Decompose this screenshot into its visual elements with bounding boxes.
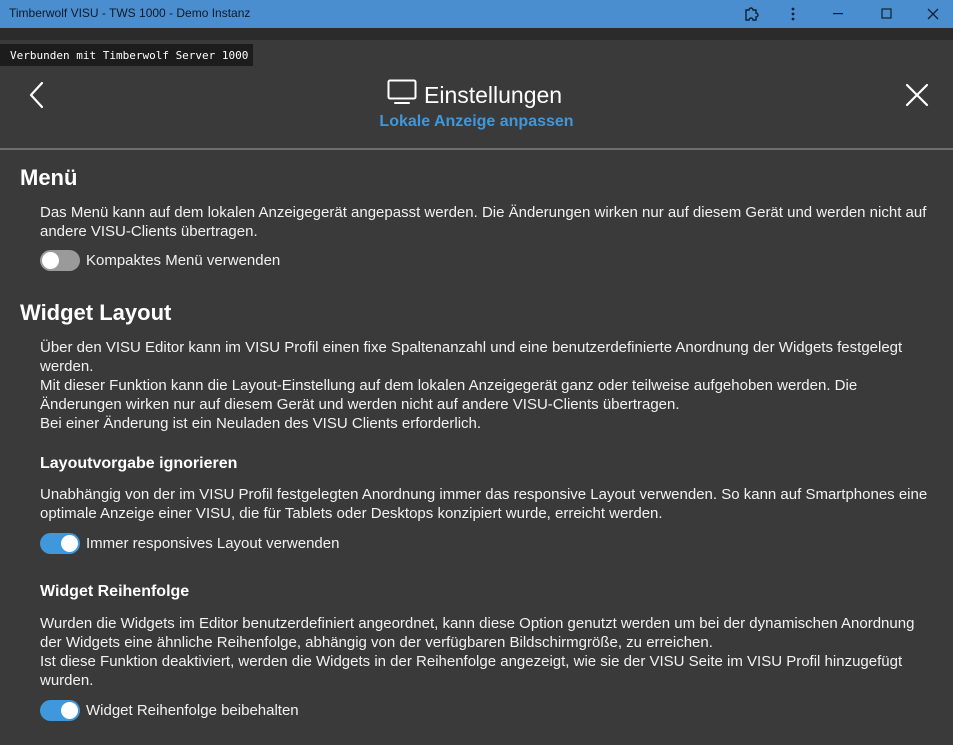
window-close-button[interactable]: [910, 0, 953, 28]
connection-status: Verbunden mit Timberwolf Server 1000: [0, 44, 253, 66]
toggle-label: Immer responsives Layout verwenden: [86, 534, 340, 552]
minimize-button[interactable]: [816, 0, 862, 28]
section-title-menu: Menü: [20, 165, 78, 190]
section-title-widget-layout: Widget Layout: [20, 300, 172, 325]
toggle-switch[interactable]: [40, 532, 80, 554]
header-divider: [0, 148, 953, 150]
toggle-knob: [61, 701, 78, 719]
widget-order-description-1: Wurden die Widgets im Editor benutzerdef…: [40, 615, 915, 651]
toggle-responsive-layout[interactable]: Immer responsives Layout verwenden: [40, 532, 339, 554]
toggle-switch[interactable]: [40, 699, 80, 721]
ignore-layout-description: Unabhängig von der im VISU Profil festge…: [40, 486, 928, 522]
toggle-label: Widget Reihenfolge beibehalten: [86, 701, 299, 719]
toggle-switch[interactable]: [40, 249, 80, 271]
toggle-knob: [42, 251, 59, 269]
page-title-text: Einstellungen: [424, 81, 563, 108]
chevron-left-icon[interactable]: [26, 80, 50, 110]
menu-description: Das Menü kann auf dem lokalen Anzeigeger…: [40, 204, 927, 240]
page-title: Einstellungen: [387, 79, 563, 111]
widget-order-description-2: Ist diese Funktion deaktiviert, werden d…: [40, 653, 903, 689]
window-titlebar: Timberwolf VISU - TWS 1000 - Demo Instan…: [0, 0, 953, 28]
monitor-icon: [387, 79, 424, 111]
maximize-button[interactable]: [864, 0, 910, 28]
toggle-knob: [61, 534, 78, 552]
more-vert-icon[interactable]: [770, 0, 816, 28]
page-subtitle: Lokale Anzeige anpassen: [379, 113, 574, 130]
close-icon[interactable]: [904, 82, 930, 108]
subsection-title-widget-order: Widget Reihenfolge: [40, 583, 190, 600]
layout-description-3: Bei einer Änderung ist ein Neuladen des …: [40, 415, 482, 432]
subsection-title-ignore-layout: Layoutvorgabe ignorieren: [40, 455, 238, 472]
toggle-compact-menu[interactable]: Kompaktes Menü verwenden: [40, 249, 280, 271]
puzzle-icon[interactable]: [729, 0, 775, 28]
window-title: Timberwolf VISU - TWS 1000 - Demo Instan…: [9, 6, 251, 20]
titlebar-shadow: [0, 28, 953, 40]
toggle-label: Kompaktes Menü verwenden: [86, 251, 281, 269]
toggle-keep-widget-order[interactable]: Widget Reihenfolge beibehalten: [40, 699, 299, 721]
layout-description-2: Mit dieser Funktion kann die Layout-Eins…: [40, 377, 858, 413]
layout-description-1: Über den VISU Editor kann im VISU Profil…: [40, 339, 903, 375]
